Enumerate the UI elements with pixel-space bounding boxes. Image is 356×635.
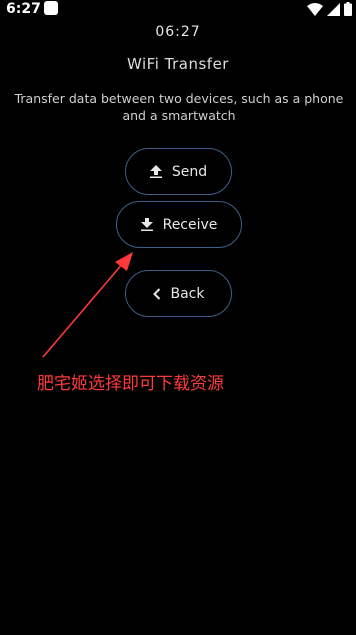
wifi-icon bbox=[307, 2, 323, 16]
notification-icon bbox=[44, 1, 58, 15]
status-icons bbox=[307, 2, 352, 16]
page-title: WiFi Transfer bbox=[127, 55, 229, 73]
description-text: Transfer data between two devices, such … bbox=[14, 91, 344, 123]
receive-button[interactable]: Receive bbox=[116, 201, 242, 248]
chevron-left-icon bbox=[152, 287, 161, 300]
back-label: Back bbox=[170, 285, 205, 302]
back-button[interactable]: Back bbox=[125, 270, 232, 317]
battery-icon bbox=[344, 2, 352, 16]
download-icon bbox=[140, 218, 153, 231]
signal-icon bbox=[327, 2, 340, 16]
annotation-text: 肥宅姬选择即可下载资源 bbox=[37, 374, 224, 394]
status-bar: 6:27 bbox=[0, 0, 356, 18]
upload-icon bbox=[149, 165, 162, 178]
send-button[interactable]: Send bbox=[125, 148, 232, 195]
receive-label: Receive bbox=[162, 216, 218, 233]
status-time: 6:27 bbox=[6, 1, 41, 17]
send-label: Send bbox=[171, 163, 208, 180]
clock: 06:27 bbox=[155, 24, 201, 40]
